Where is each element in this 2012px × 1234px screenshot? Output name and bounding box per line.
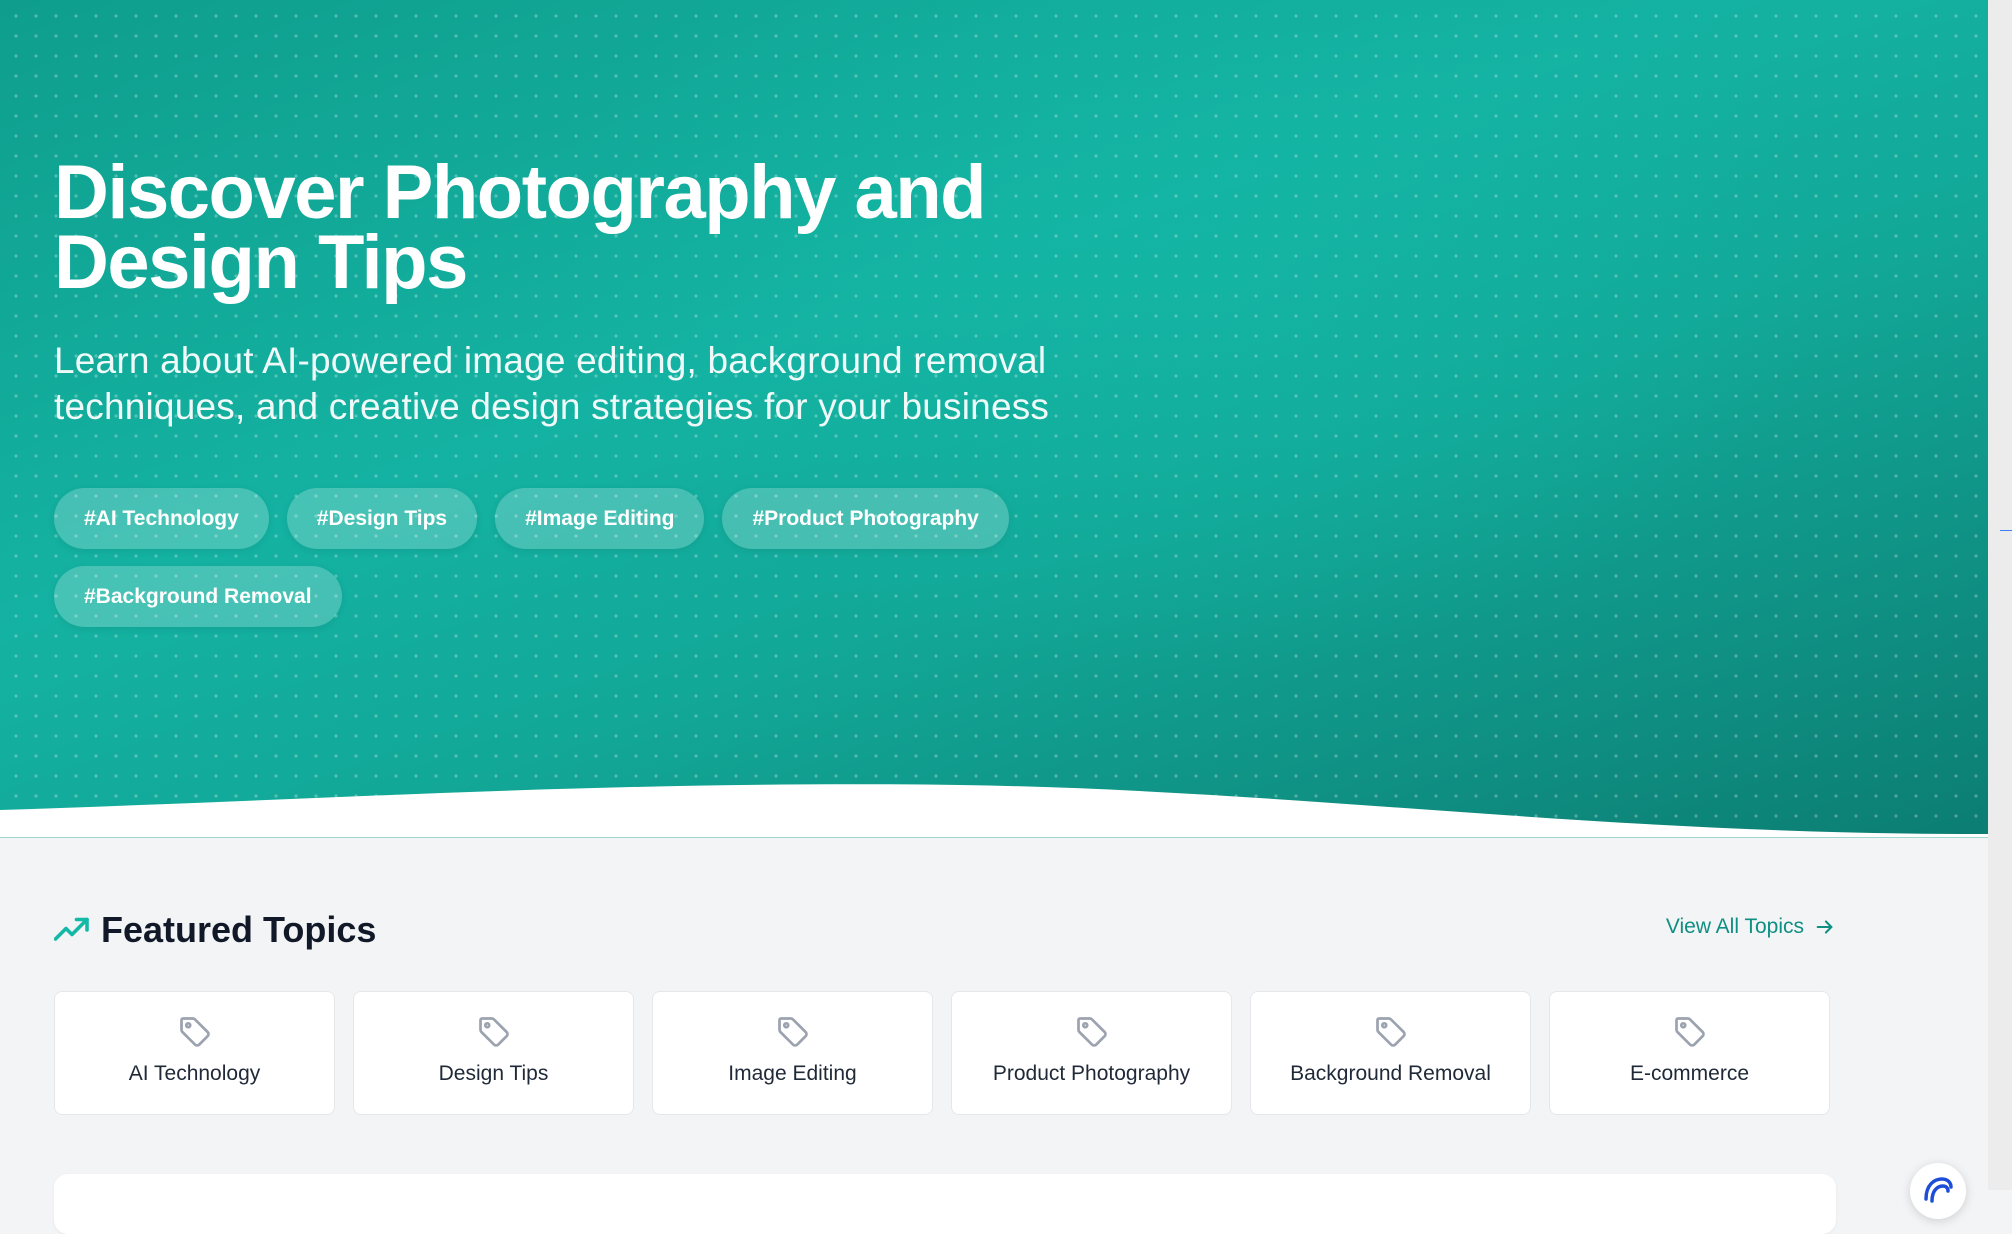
tag-icon — [179, 1017, 210, 1047]
scrollbar-marker — [2000, 530, 2012, 531]
hero-section: Discover Photography and Design Tips Lea… — [0, 0, 1988, 838]
tag-icon — [1674, 1017, 1705, 1047]
arrow-right-icon — [1816, 920, 1833, 934]
topic-card-design-tips[interactable]: Design Tips — [353, 991, 634, 1115]
hero-title: Discover Photography and Design Tips — [54, 150, 987, 305]
section-divider — [0, 837, 1988, 838]
topic-card-ai-technology[interactable]: AI Technology — [54, 991, 335, 1115]
tag-icon — [1375, 1017, 1406, 1047]
topic-label: E-commerce — [1629, 1062, 1750, 1085]
view-all-topics-link[interactable]: View All Topics — [1666, 915, 1836, 939]
hero-content: Discover Photography and Design Tips Lea… — [54, 150, 1354, 430]
tag-icon — [478, 1017, 509, 1047]
topic-card-background-removal[interactable]: Background Removal — [1250, 991, 1531, 1115]
page-scrollbar[interactable] — [1988, 0, 2012, 1190]
hero-tag-image-editing[interactable]: #Image Editing — [495, 488, 705, 549]
featured-topics-grid: AI Technology Design Tips Image Editing … — [54, 991, 1830, 1115]
topic-label: AI Technology — [128, 1062, 261, 1085]
hero-tag-list: #AI Technology #Design Tips #Image Editi… — [54, 488, 1054, 627]
page: Discover Photography and Design Tips Lea… — [0, 0, 1988, 1234]
tag-icon — [777, 1017, 808, 1047]
view-all-topics-label: View All Topics — [1665, 915, 1804, 938]
trending-up-icon — [54, 917, 89, 941]
topic-card-e-commerce[interactable]: E-commerce — [1549, 991, 1830, 1115]
featured-topics-title: Featured Topics — [101, 909, 377, 950]
topic-label: Product Photography — [992, 1062, 1191, 1085]
hero-tag-ai-technology[interactable]: #AI Technology — [54, 488, 269, 549]
content-card — [54, 1174, 1836, 1234]
hero-tag-product-photography[interactable]: #Product Photography — [722, 488, 1009, 549]
hero-tag-background-removal[interactable]: #Background Removal — [54, 566, 342, 627]
hero-tag-design-tips[interactable]: #Design Tips — [286, 488, 478, 549]
topic-card-product-photography[interactable]: Product Photography — [951, 991, 1232, 1115]
chat-widget-button[interactable] — [1910, 1163, 1966, 1219]
hero-wave-divider — [0, 784, 1988, 838]
topic-label: Background Removal — [1290, 1062, 1491, 1085]
tag-icon — [1076, 1017, 1107, 1047]
topic-label: Design Tips — [438, 1062, 549, 1085]
topic-card-image-editing[interactable]: Image Editing — [652, 991, 933, 1115]
chat-widget-icon — [1924, 1177, 1953, 1203]
hero-subtitle: Learn about AI-powered image editing, ba… — [54, 340, 1050, 427]
featured-topics-header: Featured Topics View All Topics — [54, 905, 1836, 955]
topic-label: Image Editing — [728, 1062, 857, 1085]
